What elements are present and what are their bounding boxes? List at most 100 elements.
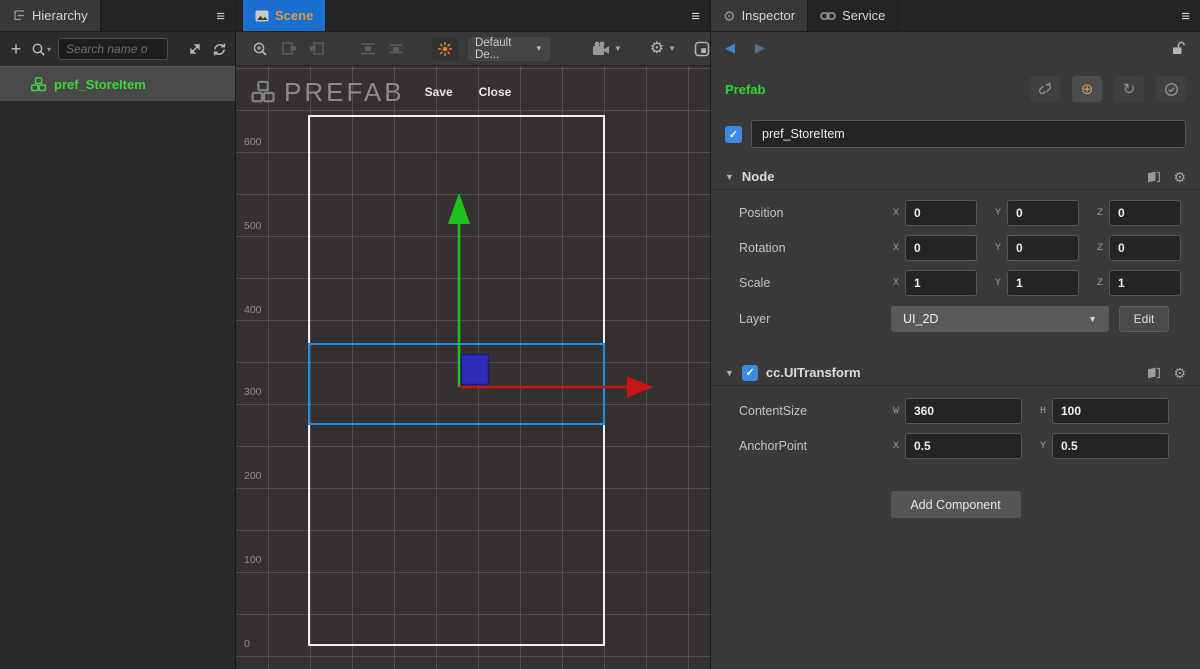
contentsize-row: ContentSize W H: [739, 398, 1186, 424]
align-left-icon[interactable]: [282, 42, 297, 55]
node-settings-gear-icon[interactable]: ⚙: [1173, 170, 1186, 184]
prefab-locate-button[interactable]: ⊕: [1072, 76, 1102, 102]
scale-y-input[interactable]: [1007, 270, 1079, 296]
hierarchy-tabbar: Hierarchy ≡: [0, 0, 235, 32]
prefab-unlink-button[interactable]: [1030, 76, 1060, 102]
rotation-x-input[interactable]: [905, 235, 977, 261]
refresh-icon[interactable]: [212, 42, 227, 57]
position-y-input[interactable]: [1007, 200, 1079, 226]
node-name-row: ✓: [711, 120, 1200, 148]
uitransform-enabled-checkbox[interactable]: ✓: [742, 365, 758, 381]
rotation-x-label: X: [891, 243, 901, 254]
tab-inspector[interactable]: ⚙ Inspector: [711, 0, 808, 31]
distribute-top-icon[interactable]: [360, 42, 376, 55]
camera-icon: [592, 41, 610, 56]
search-input[interactable]: [58, 38, 168, 60]
inspector-menu-icon[interactable]: ≡: [1181, 0, 1190, 32]
node-name-input[interactable]: [751, 120, 1186, 148]
expand-all-icon[interactable]: [188, 42, 202, 56]
uitransform-collapse-icon[interactable]: ▼: [725, 368, 734, 378]
scene-viewport[interactable]: 600 500 400 300 200 100 0: [236, 66, 710, 669]
prefab-mode-title: PREFAB: [284, 77, 405, 108]
layer-edit-button[interactable]: Edit: [1119, 306, 1169, 332]
tree-item-pref-storeitem[interactable]: pref_StoreItem: [0, 67, 235, 101]
add-node-button[interactable]: +: [8, 39, 24, 60]
gizmo-plane-handle[interactable]: [462, 355, 489, 385]
align-right-icon[interactable]: [309, 42, 324, 55]
scale-label: Scale: [739, 276, 891, 290]
prefab-save-button[interactable]: Save: [425, 85, 453, 99]
contentsize-h-input[interactable]: [1052, 398, 1169, 424]
scale-y-label: Y: [993, 278, 1003, 289]
gizmo-x-arrowhead[interactable]: [627, 376, 653, 398]
anchorpoint-y-input[interactable]: [1052, 433, 1169, 459]
prefab-cubes-icon: [30, 77, 47, 92]
view-mode-dropdown[interactable]: Default De... ▼: [468, 37, 550, 61]
tab-service[interactable]: Service: [808, 0, 898, 31]
distribute-center-icon[interactable]: [388, 42, 404, 55]
search-icon: [31, 42, 46, 57]
hierarchy-tab-label: Hierarchy: [32, 8, 88, 23]
uitransform-section-title: cc.UITransform: [766, 365, 861, 380]
rotation-row: Rotation X Y Z: [739, 235, 1186, 261]
layer-dropdown[interactable]: UI_2D ▼: [891, 306, 1109, 332]
contentsize-w-input[interactable]: [905, 398, 1022, 424]
uitransform-docs-icon[interactable]: [1146, 366, 1161, 379]
service-link-icon: [820, 11, 836, 21]
nav-forward-icon[interactable]: ▶: [755, 40, 765, 56]
node-section-title: Node: [742, 169, 775, 184]
scale-z-input[interactable]: [1109, 270, 1181, 296]
node-section-header[interactable]: ▼ Node ⚙: [711, 164, 1200, 190]
tab-scene[interactable]: Scene: [243, 0, 325, 31]
uitransform-settings-gear-icon[interactable]: ⚙: [1173, 366, 1186, 380]
gizmo-y-arrowhead[interactable]: [448, 193, 470, 224]
node-collapse-icon[interactable]: ▼: [725, 172, 734, 182]
scene-menu-icon[interactable]: ≡: [691, 0, 700, 32]
scene-settings-dropdown[interactable]: ⚙ ▼: [650, 41, 676, 57]
tree-item-label: pref_StoreItem: [54, 77, 146, 92]
prefab-revert-button[interactable]: ↻: [1114, 76, 1144, 102]
inspector-panel: ⚙ Inspector Service ≡ ◀ ▶ Prefab: [710, 0, 1200, 669]
gizmo-toggle-button[interactable]: [432, 37, 458, 61]
zoom-tool-icon[interactable]: [252, 41, 268, 57]
layer-value: UI_2D: [903, 312, 938, 326]
hierarchy-tree-icon: [12, 9, 26, 22]
unlock-icon[interactable]: [1171, 41, 1186, 56]
hierarchy-menu-icon[interactable]: ≡: [216, 0, 225, 32]
node-enabled-checkbox[interactable]: ✓: [725, 126, 742, 143]
rotation-z-label: Z: [1095, 243, 1105, 254]
settings-caret-icon: ▼: [668, 44, 676, 53]
search-filter-button[interactable]: ▾: [31, 42, 51, 57]
node-docs-icon[interactable]: [1146, 170, 1161, 183]
camera-caret-icon: ▼: [614, 44, 622, 53]
scale-row: Scale X Y Z: [739, 270, 1186, 296]
gear-icon: ⚙: [650, 41, 664, 57]
prefab-close-button[interactable]: Close: [479, 85, 512, 99]
prefab-apply-button[interactable]: [1156, 76, 1186, 102]
tab-hierarchy[interactable]: Hierarchy: [0, 0, 101, 31]
camera-dropdown[interactable]: ▼: [592, 41, 622, 56]
uitransform-section-header[interactable]: ▼ ✓ cc.UITransform ⚙: [711, 360, 1200, 386]
move-gizmo[interactable]: [236, 66, 710, 669]
position-z-label: Z: [1095, 208, 1105, 219]
hierarchy-toolbar: + ▾: [0, 32, 235, 67]
scale-x-input[interactable]: [905, 270, 977, 296]
anchorpoint-row: AnchorPoint X Y: [739, 433, 1186, 459]
anchorpoint-label: AnchorPoint: [739, 439, 891, 453]
revert-icon: ↻: [1123, 82, 1136, 97]
rotation-label: Rotation: [739, 241, 891, 255]
rotation-z-input[interactable]: [1109, 235, 1181, 261]
apply-check-icon: [1164, 82, 1179, 97]
scale-x-label: X: [891, 278, 901, 289]
scene-panel: Scene ≡: [236, 0, 710, 669]
rotation-y-input[interactable]: [1007, 235, 1079, 261]
prefab-asset-row: Prefab ⊕ ↻: [711, 74, 1200, 104]
preview-window-icon[interactable]: [694, 41, 710, 57]
scene-toolbar: Default De... ▼ ▼ ⚙ ▼: [236, 32, 710, 66]
add-component-button[interactable]: Add Component: [891, 491, 1021, 518]
position-x-input[interactable]: [905, 200, 977, 226]
nav-back-icon[interactable]: ◀: [725, 40, 735, 56]
view-mode-label: Default De...: [475, 37, 535, 61]
position-z-input[interactable]: [1109, 200, 1181, 226]
anchorpoint-x-input[interactable]: [905, 433, 1022, 459]
